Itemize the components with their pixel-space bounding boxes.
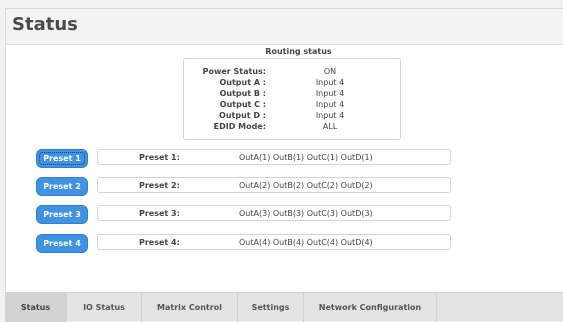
preset-value: OutA(3) OutB(3) OutC(3) OutD(3): [239, 209, 373, 218]
preset-3-row: Preset 3: OutA(3) OutB(3) OutC(3) OutD(3…: [97, 205, 451, 221]
status-row-output-a: Output A : Input 4: [184, 78, 400, 89]
status-value: Input 4: [315, 89, 345, 98]
tab-io-status[interactable]: IO Status: [67, 293, 142, 322]
tab-status[interactable]: Status: [5, 293, 67, 322]
routing-status-title: Routing status: [265, 47, 332, 56]
preset-4-button[interactable]: Preset 4: [36, 234, 88, 253]
bottom-tab-bar: Status IO Status Matrix Control Settings…: [5, 292, 563, 322]
status-label: Output B :: [219, 89, 266, 98]
status-label: Power Status:: [202, 67, 266, 76]
status-row-power: Power Status: ON: [184, 67, 400, 78]
preset-label: Preset 2:: [139, 181, 180, 190]
preset-label: Preset 4:: [139, 238, 180, 247]
status-value: ON: [323, 67, 337, 76]
preset-2-row: Preset 2: OutA(2) OutB(2) OutC(2) OutD(2…: [97, 177, 451, 193]
status-label: Output D :: [219, 111, 266, 120]
status-value: Input 4: [315, 111, 345, 120]
status-row-edid-mode: EDID Mode: ALL: [184, 122, 400, 133]
preset-value: OutA(2) OutB(2) OutC(2) OutD(2): [239, 181, 373, 190]
preset-3-button[interactable]: Preset 3: [36, 205, 88, 224]
preset-1-button[interactable]: Preset 1: [36, 149, 88, 168]
preset-4-row: Preset 4: OutA(4) OutB(4) OutC(4) OutD(4…: [97, 234, 451, 250]
preset-value: OutA(4) OutB(4) OutC(4) OutD(4): [239, 238, 373, 247]
tab-settings[interactable]: Settings: [238, 293, 304, 322]
tab-matrix-control[interactable]: Matrix Control: [142, 293, 238, 322]
status-label: EDID Mode:: [213, 122, 266, 131]
routing-status-box: Power Status: ON Output A : Input 4 Outp…: [183, 58, 401, 140]
panel-header: Status: [6, 9, 563, 45]
status-value: Input 4: [315, 78, 345, 87]
preset-value: OutA(1) OutB(1) OutC(1) OutD(1): [239, 153, 373, 162]
preset-label: Preset 1:: [139, 153, 180, 162]
page-title: Status: [12, 14, 78, 35]
status-row-output-d: Output D : Input 4: [184, 111, 400, 122]
status-value: Input 4: [315, 100, 345, 109]
preset-2-button[interactable]: Preset 2: [36, 177, 88, 196]
tab-network-configuration[interactable]: Network Configuration: [304, 293, 437, 322]
status-value: ALL: [322, 122, 338, 131]
status-row-output-c: Output C : Input 4: [184, 100, 400, 111]
status-label: Output A :: [219, 78, 266, 87]
status-row-output-b: Output B : Input 4: [184, 89, 400, 100]
preset-1-row: Preset 1: OutA(1) OutB(1) OutC(1) OutD(1…: [97, 149, 451, 165]
status-label: Output C :: [219, 100, 266, 109]
preset-label: Preset 3:: [139, 209, 180, 218]
